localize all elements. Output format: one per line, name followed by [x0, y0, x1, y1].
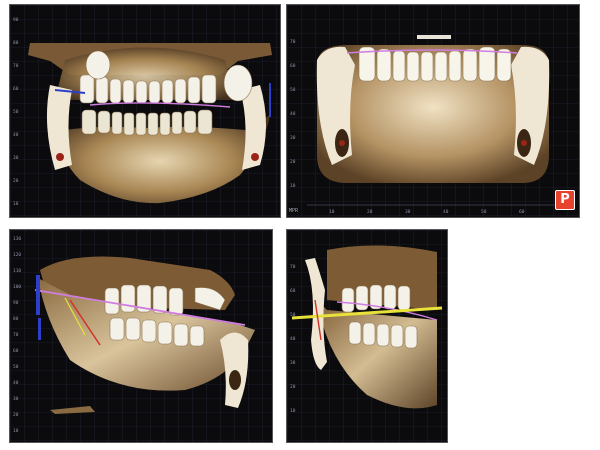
p-logo-badge[interactable]: P [555, 190, 575, 210]
ruler-tick: 40 [290, 336, 296, 342]
ruler-tick: 10 [290, 408, 296, 414]
ruler-tick: 70 [290, 39, 296, 45]
ruler-tick: 110 [13, 268, 21, 274]
axial-view-canvas: 70 60 50 40 30 20 10 10 20 30 40 50 60 [287, 5, 579, 217]
ruler-tick: 130 [13, 236, 21, 242]
ruler-tick: 10 [13, 201, 19, 207]
ruler-tick: 40 [290, 111, 296, 117]
ruler-tick: 50 [13, 364, 19, 370]
ruler-tick: 30 [290, 360, 296, 366]
ruler-tick: 50 [290, 87, 296, 93]
ruler-tick: 60 [13, 348, 19, 354]
ruler-tick: 10 [290, 183, 296, 189]
ruler-tick: 20 [367, 209, 373, 215]
ruler-tick: 10 [13, 428, 19, 434]
ruler-tick: 30 [405, 209, 411, 215]
ruler-tick: 40 [13, 380, 19, 386]
ruler-tick: 30 [13, 155, 19, 161]
ruler-tick: 70 [13, 63, 19, 69]
lateral-right-view-canvas: 70 60 50 40 30 20 10 [287, 230, 447, 442]
ruler-tick: 90 [13, 300, 19, 306]
axial-view-panel[interactable]: 70 60 50 40 30 20 10 10 20 30 40 50 60 M… [286, 4, 580, 218]
ruler-tick: 60 [13, 86, 19, 92]
ruler-tick: 30 [13, 396, 19, 402]
lateral-left-view-panel[interactable]: 130 120 110 100 90 80 70 60 50 40 30 20 … [9, 229, 273, 443]
ruler-tick: 100 [13, 284, 21, 290]
frontal-view-panel[interactable]: 90 80 70 60 50 40 30 20 10 [9, 4, 281, 218]
ruler-tick: 70 [13, 332, 19, 338]
ruler-tick: 60 [290, 63, 296, 69]
ruler-tick: 50 [481, 209, 487, 215]
view-mode-label: MPR [289, 208, 299, 214]
ruler-tick: 20 [13, 178, 19, 184]
ruler-tick: 70 [290, 264, 296, 270]
ruler-tick: 60 [519, 209, 525, 215]
ruler-tick: 50 [290, 312, 296, 318]
lateral-right-view-panel[interactable]: 70 60 50 40 30 20 10 [286, 229, 448, 443]
ruler-tick: 40 [13, 132, 19, 138]
ruler-tick: 40 [443, 209, 449, 215]
ruler-tick: 20 [13, 412, 19, 418]
ruler-tick: 60 [290, 288, 296, 294]
ruler-tick: 120 [13, 252, 21, 258]
lateral-left-view-canvas: 130 120 110 100 90 80 70 60 50 40 30 20 … [10, 230, 272, 442]
ruler-tick: 50 [13, 109, 19, 115]
ruler-tick: 80 [13, 316, 19, 322]
ruler-tick: 90 [13, 17, 19, 23]
frontal-view-canvas: 90 80 70 60 50 40 30 20 10 [10, 5, 280, 217]
ruler-tick: 20 [290, 159, 296, 165]
ruler-tick: 80 [13, 40, 19, 46]
frontal-ruler: 90 80 70 60 50 40 30 20 10 [13, 17, 19, 207]
ruler-tick: 10 [329, 209, 335, 215]
ruler-tick: 30 [290, 135, 296, 141]
ruler-tick: 20 [290, 384, 296, 390]
